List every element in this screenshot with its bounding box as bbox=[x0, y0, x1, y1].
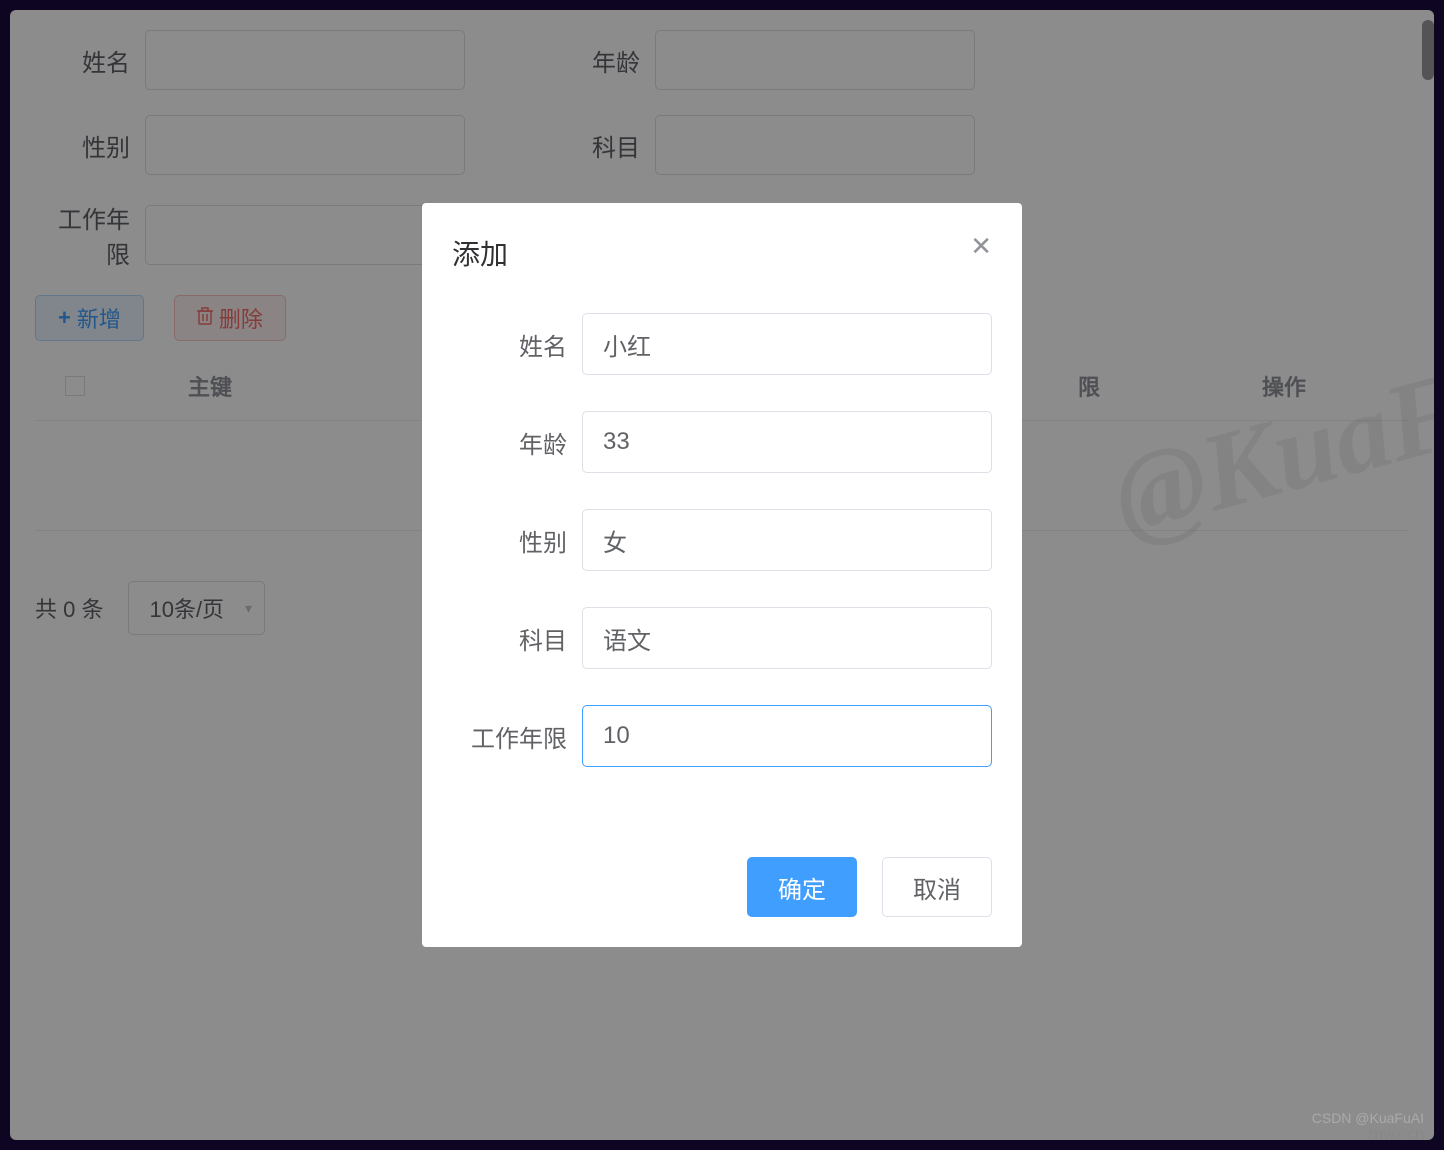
dialog-age-item: 年龄 bbox=[452, 411, 992, 473]
dialog-title: 添加 bbox=[452, 233, 992, 273]
confirm-button[interactable]: 确定 bbox=[747, 857, 857, 917]
dialog-gender-input[interactable] bbox=[582, 509, 992, 571]
dialog-workyears-input[interactable] bbox=[582, 705, 992, 767]
dialog-workyears-item: 工作年限 bbox=[452, 705, 992, 767]
dialog-age-input[interactable] bbox=[582, 411, 992, 473]
footer-watermark-csdn: CSDN @KuaFuAI bbox=[1312, 1110, 1424, 1126]
cancel-button[interactable]: 取消 bbox=[882, 857, 992, 917]
dialog-gender-item: 性别 bbox=[452, 509, 992, 571]
dialog-name-item: 姓名 bbox=[452, 313, 992, 375]
dialog-subject-item: 科目 bbox=[452, 607, 992, 669]
dialog-subject-label: 科目 bbox=[452, 621, 582, 656]
dialog-age-label: 年龄 bbox=[452, 425, 582, 460]
close-icon[interactable]: ✕ bbox=[970, 233, 992, 259]
add-dialog: 添加 ✕ 姓名 年龄 性别 科目 工作年限 确定 取消 bbox=[422, 203, 1022, 947]
modal-overlay: 添加 ✕ 姓名 年龄 性别 科目 工作年限 确定 取消 bbox=[0, 0, 1444, 1150]
dialog-workyears-label: 工作年限 bbox=[452, 719, 582, 754]
dialog-name-input[interactable] bbox=[582, 313, 992, 375]
dialog-footer: 确定 取消 bbox=[452, 857, 992, 917]
dialog-name-label: 姓名 bbox=[452, 327, 582, 362]
footer-watermark-site: znwx.cn bbox=[1366, 1126, 1424, 1144]
dialog-gender-label: 性别 bbox=[452, 523, 582, 558]
dialog-subject-input[interactable] bbox=[582, 607, 992, 669]
